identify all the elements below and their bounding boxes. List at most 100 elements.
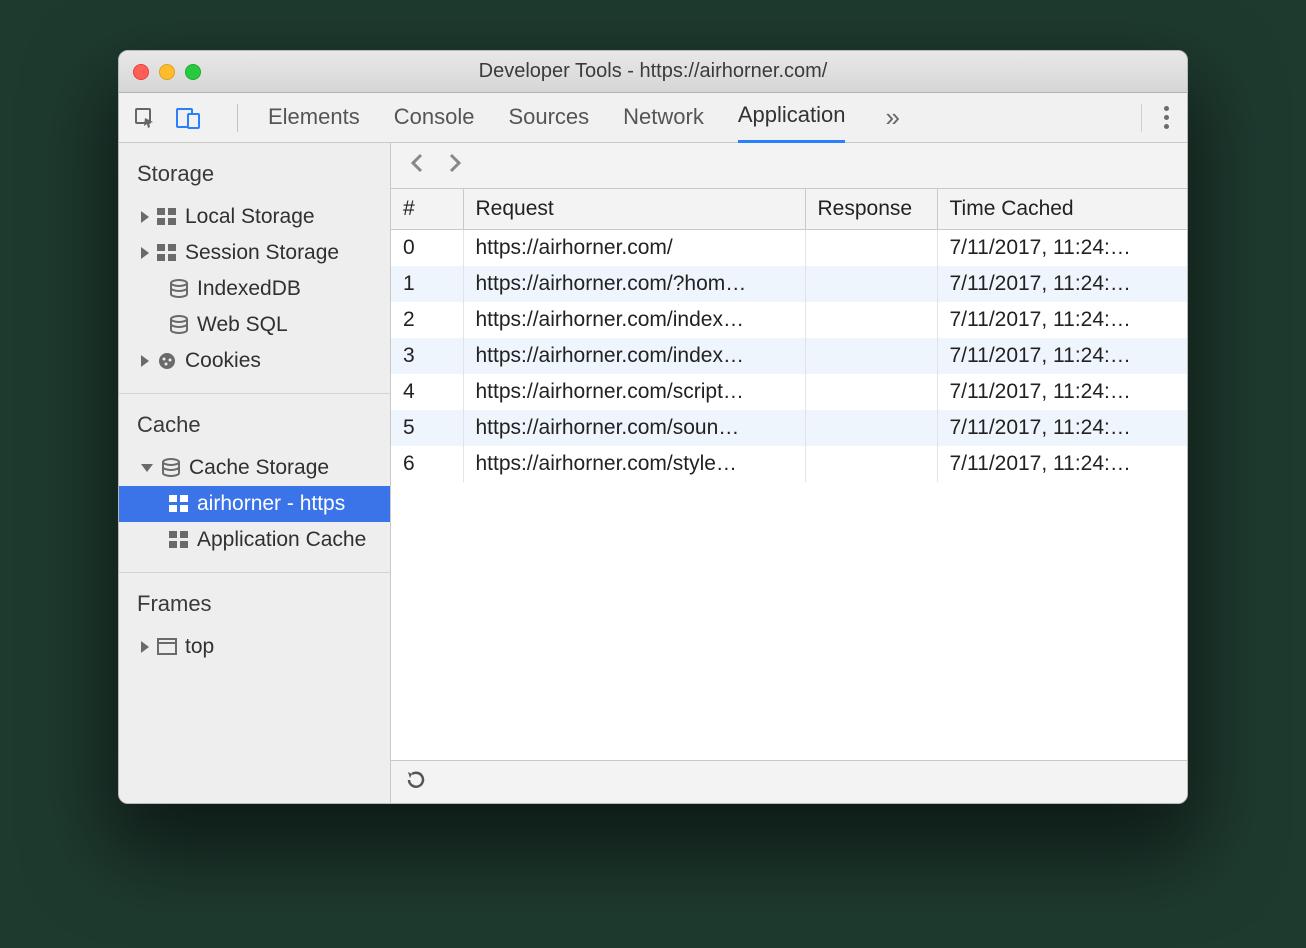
sidebar-section-storage: Storage Local Storage Session Storage In… xyxy=(119,143,390,394)
nav-strip xyxy=(391,143,1187,189)
frame-icon xyxy=(157,638,177,656)
cell-request: https://airhorner.com/index… xyxy=(463,338,805,374)
inspect-element-icon[interactable] xyxy=(133,106,157,130)
close-window-button[interactable] xyxy=(133,64,149,80)
cell-request: https://airhorner.com/script… xyxy=(463,374,805,410)
devtools-window: Developer Tools - https://airhorner.com/… xyxy=(118,50,1188,804)
cell-time: 7/11/2017, 11:24:… xyxy=(937,446,1187,482)
table-row[interactable]: 3https://airhorner.com/index… 7/11/2017, … xyxy=(391,338,1187,374)
cell-num: 6 xyxy=(391,446,463,482)
tab-network[interactable]: Network xyxy=(623,94,704,142)
refresh-button[interactable] xyxy=(405,769,427,796)
chevron-right-icon xyxy=(141,355,149,367)
col-header-time-cached[interactable]: Time Cached xyxy=(937,189,1187,230)
sidebar-item-local-storage[interactable]: Local Storage xyxy=(119,199,390,235)
cell-response xyxy=(805,338,937,374)
sidebar-item-cache-storage[interactable]: Cache Storage xyxy=(119,450,390,486)
col-header-request[interactable]: Request xyxy=(463,189,805,230)
cell-response xyxy=(805,302,937,338)
sidebar-item-session-storage[interactable]: Session Storage xyxy=(119,235,390,271)
grid-icon xyxy=(157,244,177,262)
database-icon xyxy=(161,458,181,478)
cell-request: https://airhorner.com/style… xyxy=(463,446,805,482)
sidebar-heading-storage: Storage xyxy=(119,157,390,199)
cell-request: https://airhorner.com/?hom… xyxy=(463,266,805,302)
cell-response xyxy=(805,410,937,446)
sidebar-item-label: Local Storage xyxy=(185,205,315,229)
settings-menu-button[interactable] xyxy=(1160,102,1173,133)
main-panel: # Request Response Time Cached 0https://… xyxy=(391,143,1187,803)
toolbar-divider xyxy=(237,104,238,132)
sidebar-item-top-frame[interactable]: top xyxy=(119,629,390,665)
table-row[interactable]: 0https://airhorner.com/7/11/2017, 11:24:… xyxy=(391,230,1187,267)
cell-time: 7/11/2017, 11:24:… xyxy=(937,302,1187,338)
chevron-right-icon xyxy=(141,247,149,259)
cell-num: 5 xyxy=(391,410,463,446)
sidebar-item-label: Application Cache xyxy=(197,528,366,552)
cell-response xyxy=(805,266,937,302)
tab-application[interactable]: Application xyxy=(738,92,846,143)
cell-num: 4 xyxy=(391,374,463,410)
table-row[interactable]: 1https://airhorner.com/?hom… 7/11/2017, 1… xyxy=(391,266,1187,302)
table-row[interactable]: 6https://airhorner.com/style… 7/11/2017, … xyxy=(391,446,1187,482)
sidebar-section-frames: Frames top xyxy=(119,573,390,679)
col-header-num[interactable]: # xyxy=(391,189,463,230)
sidebar-item-websql[interactable]: Web SQL xyxy=(119,307,390,343)
cell-time: 7/11/2017, 11:24:… xyxy=(937,230,1187,267)
window-title: Developer Tools - https://airhorner.com/ xyxy=(119,60,1187,83)
footer-bar xyxy=(391,761,1187,803)
cell-time: 7/11/2017, 11:24:… xyxy=(937,266,1187,302)
grid-icon xyxy=(169,531,189,549)
sidebar-heading-frames: Frames xyxy=(119,587,390,629)
cell-request: https://airhorner.com/soun… xyxy=(463,410,805,446)
database-icon xyxy=(169,279,189,299)
grid-icon xyxy=(157,208,177,226)
table-row[interactable]: 4https://airhorner.com/script… 7/11/2017,… xyxy=(391,374,1187,410)
table-header-row: # Request Response Time Cached xyxy=(391,189,1187,230)
titlebar: Developer Tools - https://airhorner.com/ xyxy=(119,51,1187,93)
cell-response xyxy=(805,446,937,482)
chevron-right-icon xyxy=(141,211,149,223)
database-icon xyxy=(169,315,189,335)
traffic-lights xyxy=(133,64,201,80)
col-header-response[interactable]: Response xyxy=(805,189,937,230)
sidebar-item-cookies[interactable]: Cookies xyxy=(119,343,390,379)
cell-time: 7/11/2017, 11:24:… xyxy=(937,338,1187,374)
cell-time: 7/11/2017, 11:24:… xyxy=(937,410,1187,446)
minimize-window-button[interactable] xyxy=(159,64,175,80)
sidebar-heading-cache: Cache xyxy=(119,408,390,450)
sidebar-item-label: airhorner - https xyxy=(197,492,345,516)
toolbar: Elements Console Sources Network Applica… xyxy=(119,93,1187,143)
sidebar-item-label: Web SQL xyxy=(197,313,288,337)
sidebar-item-label: Cookies xyxy=(185,349,261,373)
more-tabs-button[interactable]: » xyxy=(879,102,905,133)
maximize-window-button[interactable] xyxy=(185,64,201,80)
table-row[interactable]: 5https://airhorner.com/soun… 7/11/2017, 1… xyxy=(391,410,1187,446)
sidebar-item-label: Cache Storage xyxy=(189,456,329,480)
cookie-icon xyxy=(157,351,177,371)
sidebar-item-label: top xyxy=(185,635,214,659)
cell-num: 2 xyxy=(391,302,463,338)
device-toggle-icon[interactable] xyxy=(175,106,201,130)
sidebar-item-application-cache[interactable]: Application Cache xyxy=(119,522,390,558)
chevron-right-icon xyxy=(141,641,149,653)
table-row[interactable]: 2https://airhorner.com/index… 7/11/2017, … xyxy=(391,302,1187,338)
cell-request: https://airhorner.com/ xyxy=(463,230,805,267)
toolbar-divider-right xyxy=(1141,104,1142,132)
tab-console[interactable]: Console xyxy=(394,94,475,142)
sidebar-item-cache-airhorner[interactable]: airhorner - https xyxy=(119,486,390,522)
sidebar-item-label: Session Storage xyxy=(185,241,339,265)
tab-elements[interactable]: Elements xyxy=(268,94,360,142)
cell-time: 7/11/2017, 11:24:… xyxy=(937,374,1187,410)
cell-request: https://airhorner.com/index… xyxy=(463,302,805,338)
sidebar: Storage Local Storage Session Storage In… xyxy=(119,143,391,803)
panel-tabs: Elements Console Sources Network Applica… xyxy=(268,92,906,143)
nav-forward-button[interactable] xyxy=(447,153,463,178)
cell-num: 3 xyxy=(391,338,463,374)
sidebar-item-label: IndexedDB xyxy=(197,277,301,301)
nav-back-button[interactable] xyxy=(409,153,425,178)
cell-num: 1 xyxy=(391,266,463,302)
tab-sources[interactable]: Sources xyxy=(508,94,589,142)
sidebar-item-indexeddb[interactable]: IndexedDB xyxy=(119,271,390,307)
cell-response xyxy=(805,374,937,410)
